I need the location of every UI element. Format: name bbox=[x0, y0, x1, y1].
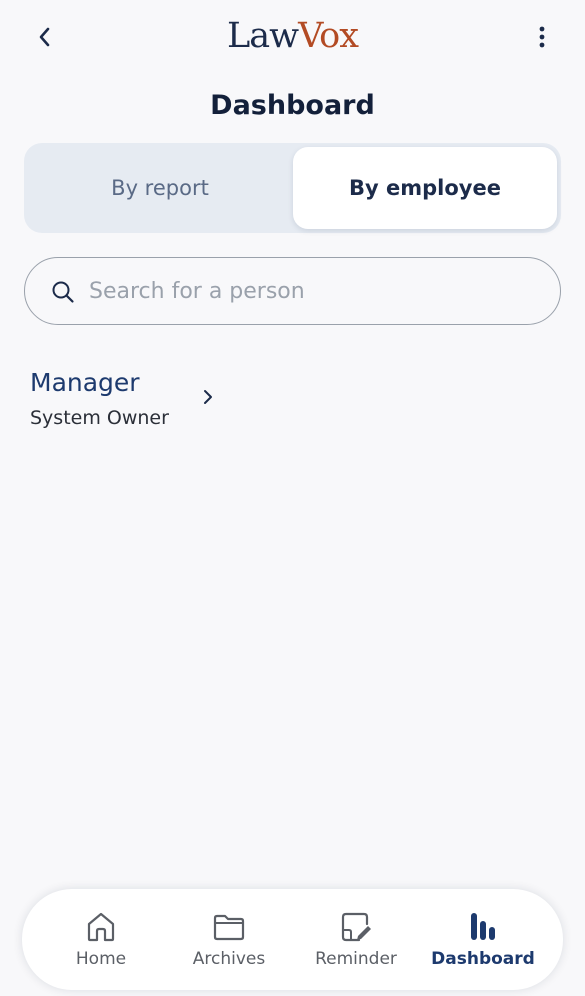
more-options-button[interactable] bbox=[527, 22, 557, 52]
person-role: System Owner bbox=[30, 407, 169, 429]
home-icon bbox=[87, 912, 115, 942]
nav-label-home: Home bbox=[75, 949, 127, 969]
search-icon bbox=[52, 281, 74, 303]
logo-text-vox: Vox bbox=[298, 16, 359, 56]
app-screen: LawVox Dashboard By report By employee M… bbox=[0, 0, 585, 996]
chevron-right-icon bbox=[204, 390, 212, 404]
segment-by-report[interactable]: By report bbox=[28, 147, 292, 229]
nav-item-reminder[interactable]: Reminder bbox=[291, 889, 421, 990]
note-edit-icon bbox=[341, 912, 371, 942]
search-bar bbox=[24, 257, 561, 325]
list-item-person[interactable]: Manager System Owner bbox=[30, 366, 230, 432]
logo-text-law: Law bbox=[227, 16, 299, 56]
nav-label-dashboard: Dashboard bbox=[431, 949, 535, 969]
top-app-bar: LawVox bbox=[0, 0, 585, 72]
folder-icon bbox=[213, 914, 245, 941]
nav-item-dashboard[interactable]: Dashboard bbox=[418, 889, 548, 990]
nav-item-archives[interactable]: Archives bbox=[164, 889, 294, 990]
search-input[interactable] bbox=[89, 258, 539, 324]
nav-item-home[interactable]: Home bbox=[36, 889, 166, 990]
bar-chart-icon bbox=[471, 913, 495, 940]
person-name: Manager bbox=[30, 368, 140, 397]
nav-label-reminder: Reminder bbox=[315, 949, 397, 969]
more-vertical-icon bbox=[539, 26, 545, 48]
nav-label-archives: Archives bbox=[192, 949, 266, 969]
view-segmented-control: By report By employee bbox=[24, 143, 561, 233]
segment-by-employee[interactable]: By employee bbox=[293, 147, 557, 229]
lawvox-logo: LawVox bbox=[0, 16, 585, 56]
page-title: Dashboard bbox=[210, 90, 375, 121]
bottom-navigation: Home Archives Reminder Dashboard bbox=[22, 889, 563, 990]
